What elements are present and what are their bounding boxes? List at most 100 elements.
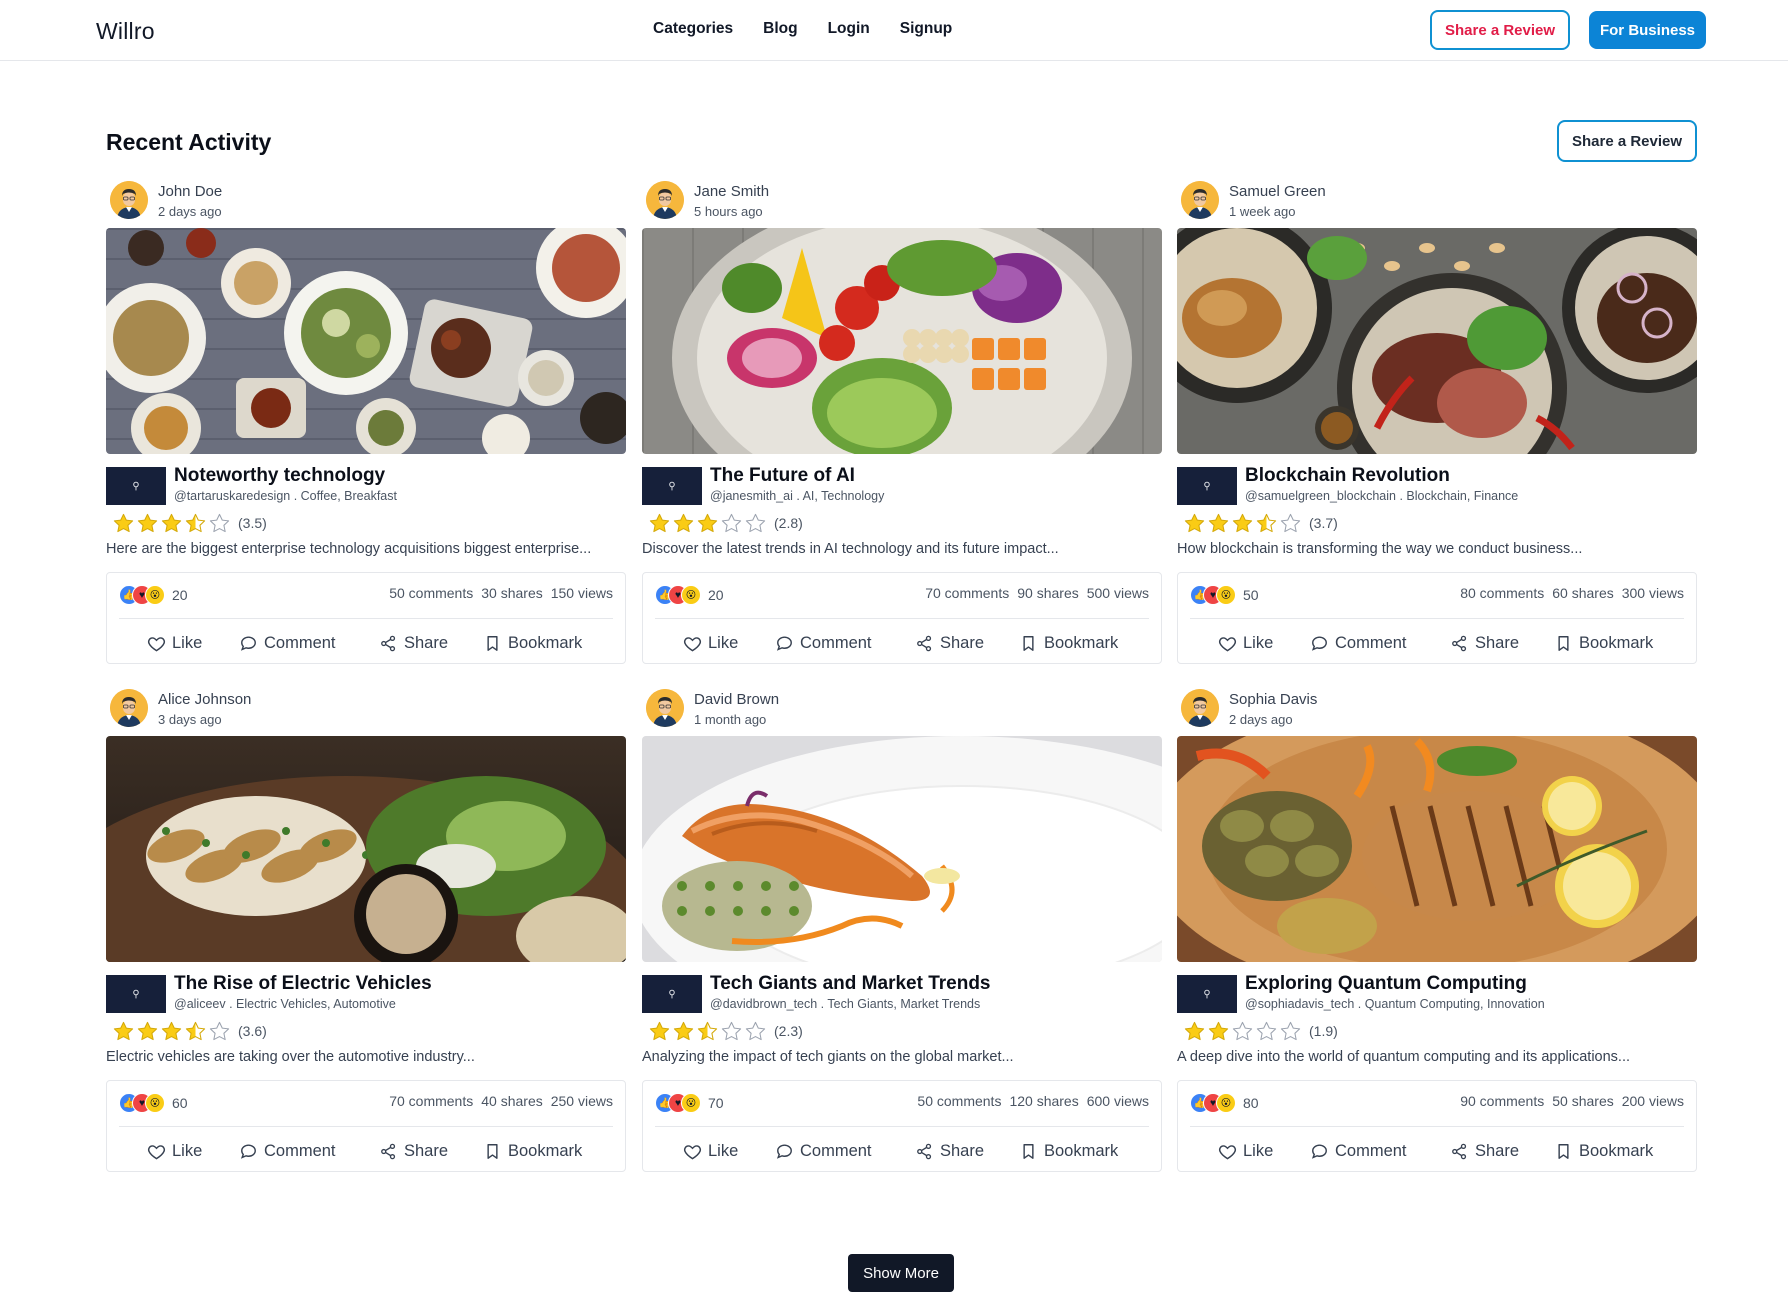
reactions[interactable]: 👍 ♥ 😮 50 [1190,583,1259,607]
nav-signup[interactable]: Signup [900,20,953,38]
shares-count[interactable]: 120 shares [1009,1093,1078,1109]
post-title[interactable]: Noteworthy technology [174,465,385,487]
star-icon [185,513,206,532]
star-icon [1256,513,1277,532]
engagement-box: 👍 ♥ 😮 60 70 comments 40 shares 250 views… [106,1080,626,1172]
post-image[interactable] [642,736,1162,962]
reactions[interactable]: 👍 ♥ 😮 70 [655,1091,724,1115]
for-business-button[interactable]: For Business [1589,11,1706,49]
comment-button[interactable]: Comment [1310,629,1407,657]
rating-value: (3.6) [238,1023,267,1039]
bookmark-button[interactable]: Bookmark [1019,629,1118,657]
bookmark-button[interactable]: Bookmark [483,629,582,657]
shares-count[interactable]: 30 shares [481,585,542,601]
post-image[interactable] [1177,228,1697,454]
share-button[interactable]: Share [1450,1137,1519,1165]
comment-label: Comment [264,633,336,652]
comment-icon [1311,635,1327,651]
post-description: Discover the latest trends in AI technol… [642,541,1059,557]
comment-icon [1311,1143,1327,1159]
comment-label: Comment [1335,633,1407,652]
like-button[interactable]: Like [683,629,738,657]
avatar[interactable] [646,181,684,219]
like-button[interactable]: Like [1218,1137,1273,1165]
brand-logo[interactable]: Willro [96,18,155,45]
post-title[interactable]: Exploring Quantum Computing [1245,973,1527,995]
comment-label: Comment [1335,1141,1407,1160]
reactions[interactable]: 👍 ♥ 😮 20 [655,583,724,607]
share-icon [381,1143,396,1159]
author-name[interactable]: Jane Smith [694,183,769,200]
share-icon [381,635,396,651]
share-button[interactable]: Share [915,629,984,657]
comment-button[interactable]: Comment [775,1137,872,1165]
comments-count[interactable]: 50 comments [389,585,473,601]
author-name[interactable]: Sophia Davis [1229,691,1317,708]
like-button[interactable]: Like [147,629,202,657]
like-label: Like [1243,1141,1274,1160]
views-count: 600 views [1086,1093,1149,1109]
post-title[interactable]: Tech Giants and Market Trends [710,973,991,995]
post-image[interactable] [106,228,626,454]
like-label: Like [172,633,203,652]
star-icon [1184,513,1205,532]
like-button[interactable]: Like [683,1137,738,1165]
reactions[interactable]: 👍 ♥ 😮 60 [119,1091,188,1115]
avatar[interactable] [1181,181,1219,219]
share-button[interactable]: Share [379,629,448,657]
shares-count[interactable]: 60 shares [1552,585,1613,601]
brand-thumbnail-icon: ⚲ [132,480,140,492]
author-name[interactable]: David Brown [694,691,779,708]
shares-count[interactable]: 50 shares [1552,1093,1613,1109]
header-share-review-button[interactable]: Share a Review [1430,10,1570,50]
comments-count[interactable]: 90 comments [1460,1093,1544,1109]
avatar[interactable] [110,689,148,727]
show-more-button[interactable]: Show More [848,1254,954,1292]
views-count: 500 views [1086,585,1149,601]
avatar[interactable] [646,689,684,727]
bookmark-button[interactable]: Bookmark [1554,1137,1653,1165]
author-name[interactable]: Samuel Green [1229,183,1326,200]
avatar[interactable] [1181,689,1219,727]
post-image[interactable] [106,736,626,962]
comments-count[interactable]: 70 comments [925,585,1009,601]
heart-icon [1218,1144,1237,1159]
comment-button[interactable]: Comment [239,629,336,657]
post-image[interactable] [642,228,1162,454]
bookmark-button[interactable]: Bookmark [1554,629,1653,657]
post-image[interactable] [1177,736,1697,962]
bookmark-button[interactable]: Bookmark [1019,1137,1118,1165]
shares-count[interactable]: 90 shares [1017,585,1078,601]
share-button[interactable]: Share [1450,629,1519,657]
post-time: 3 days ago [158,712,222,727]
comment-button[interactable]: Comment [775,629,872,657]
author-name[interactable]: John Doe [158,183,222,200]
comment-button[interactable]: Comment [239,1137,336,1165]
post-title[interactable]: The Future of AI [710,465,855,487]
comments-count[interactable]: 50 comments [917,1093,1001,1109]
divider [1190,618,1684,619]
post-title[interactable]: Blockchain Revolution [1245,465,1450,487]
like-button[interactable]: Like [1218,629,1273,657]
section-title: Recent Activity [106,129,272,155]
nav-categories[interactable]: Categories [653,20,733,38]
reactions[interactable]: 👍 ♥ 😮 80 [1190,1091,1259,1115]
action-bar: Like Comment Share Bookmark [643,1137,1161,1165]
wow-reaction-icon: 😮 [1216,585,1236,605]
comments-count[interactable]: 80 comments [1460,585,1544,601]
nav-blog[interactable]: Blog [763,20,797,38]
reactions[interactable]: 👍 ♥ 😮 20 [119,583,188,607]
bookmark-button[interactable]: Bookmark [483,1137,582,1165]
section-share-review-button[interactable]: Share a Review [1557,120,1697,162]
nav-login[interactable]: Login [828,20,870,38]
author-name[interactable]: Alice Johnson [158,691,251,708]
like-button[interactable]: Like [147,1137,202,1165]
post-title[interactable]: The Rise of Electric Vehicles [174,973,432,995]
comments-count[interactable]: 70 comments [389,1093,473,1109]
activity-card: John Doe 2 days ago ⚲ Noteworthy technol… [106,175,626,667]
share-button[interactable]: Share [379,1137,448,1165]
shares-count[interactable]: 40 shares [481,1093,542,1109]
avatar[interactable] [110,181,148,219]
comment-button[interactable]: Comment [1310,1137,1407,1165]
share-button[interactable]: Share [915,1137,984,1165]
